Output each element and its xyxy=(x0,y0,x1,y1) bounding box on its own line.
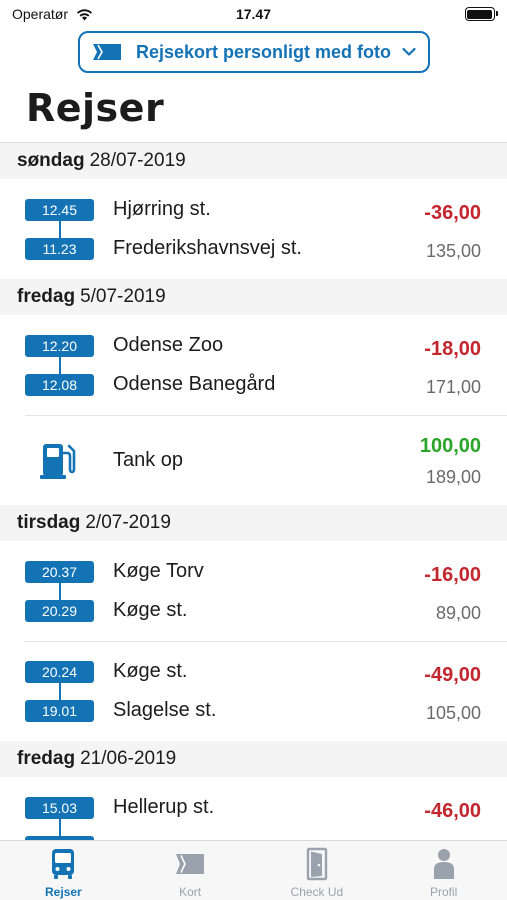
trip-balance: 89,00 xyxy=(435,603,481,623)
trip-row[interactable]: 12.45 11.23 Hjørring st. Frederikshavnsv… xyxy=(0,179,507,279)
tab-kort[interactable]: Kort xyxy=(127,841,254,900)
tab-label: Rejser xyxy=(45,885,82,899)
origin-station: Køge st. xyxy=(113,599,188,621)
trip-balance: 135,00 xyxy=(425,241,481,261)
trip-balance: 105,00 xyxy=(425,703,481,723)
tab-label: Check Ud xyxy=(290,885,344,899)
trip-amount: -46,00 xyxy=(424,800,481,822)
origin-station: Frederikshavnsvej st. xyxy=(113,237,302,259)
person-icon xyxy=(433,849,454,879)
destination-station: Køge Torv xyxy=(113,560,204,582)
trip-connector xyxy=(59,583,61,600)
trip-amount: -16,00 xyxy=(424,564,481,586)
destination-station: Hellerup st. xyxy=(113,796,215,818)
page-title: Rejser xyxy=(26,86,165,130)
status-right xyxy=(345,7,498,21)
checkout-time-badge: 15.03 xyxy=(25,797,94,819)
travel-card-icon xyxy=(93,44,121,60)
destination-station: Køge st. xyxy=(113,660,188,682)
day-date: 2/07-2019 xyxy=(85,512,171,533)
trip-connector xyxy=(59,819,61,836)
checkin-time-badge: 19.01 xyxy=(25,700,94,722)
trip-amount: -49,00 xyxy=(424,664,481,686)
battery-icon xyxy=(464,7,498,21)
refuel-label: Tank op xyxy=(113,449,184,471)
trip-connector xyxy=(59,221,61,238)
day-date: 28/07-2019 xyxy=(89,150,186,171)
day-weekday: fredag xyxy=(17,748,76,769)
day-header: fredag 5/07-2019 xyxy=(0,279,507,315)
trip-row[interactable]: 12.20 12.08 Odense Zoo Odense Banegård -… xyxy=(0,315,507,415)
day-date: 5/07-2019 xyxy=(80,286,166,307)
trip-list[interactable]: søndag 28/07-2019 12.45 11.23 Hjørring s… xyxy=(0,142,507,840)
trip-amount: -18,00 xyxy=(424,338,481,360)
trip-row[interactable]: 20.37 20.29 Køge Torv Køge st. -16,00 89… xyxy=(0,541,507,641)
fuel-pump-icon xyxy=(40,444,76,479)
day-header: fredag 21/06-2019 xyxy=(0,741,507,777)
checkout-time-badge: 12.45 xyxy=(25,199,94,221)
tab-bar: Rejser Kort Check Ud Profil xyxy=(0,840,507,900)
card-icon xyxy=(176,854,205,874)
tab-label: Kort xyxy=(179,885,202,899)
day-weekday: tirsdag xyxy=(17,512,81,533)
tab-check-ud[interactable]: Check Ud xyxy=(254,841,381,900)
origin-station: Odense Banegård xyxy=(113,373,276,395)
destination-station: Odense Zoo xyxy=(113,334,224,356)
trip-connector xyxy=(59,357,61,374)
day-header: tirsdag 2/07-2019 xyxy=(0,505,507,541)
carrier-label: Operatør xyxy=(12,6,69,22)
card-selector-label: Rejsekort personligt med foto xyxy=(136,41,392,62)
checkout-time-badge: 12.20 xyxy=(25,335,94,357)
trip-balance: 171,00 xyxy=(425,377,481,397)
day-weekday: fredag xyxy=(17,286,76,307)
checkout-time-badge: 20.24 xyxy=(25,661,94,683)
refuel-balance: 189,00 xyxy=(425,467,481,487)
refuel-amount: 100,00 xyxy=(419,435,481,457)
status-bar: Operatør 17.47 xyxy=(0,0,507,28)
status-left: Operatør xyxy=(12,6,162,22)
trip-connector xyxy=(59,683,61,700)
checkin-time-badge: 11.23 xyxy=(25,238,94,260)
checkin-time-badge: 12.08 xyxy=(25,374,94,396)
destination-station: Hjørring st. xyxy=(113,198,211,220)
day-date: 21/06-2019 xyxy=(80,748,177,769)
day-header: søndag 28/07-2019 xyxy=(0,143,507,179)
tab-label: Profil xyxy=(429,885,458,899)
chevron-down-icon xyxy=(402,47,416,56)
day-weekday: søndag xyxy=(17,150,85,171)
refuel-row[interactable]: Tank op 100,00 189,00 xyxy=(0,415,507,505)
bus-icon xyxy=(52,849,75,879)
checkin-time-badge: 20.29 xyxy=(25,600,94,622)
tab-profil[interactable]: Profil xyxy=(380,841,507,900)
card-selector-button[interactable]: Rejsekort personligt med foto xyxy=(78,31,430,73)
battery-level xyxy=(467,9,493,19)
trip-row[interactable]: 15.03 Hellerup st. -46,00 xyxy=(0,777,507,840)
trip-row[interactable]: 20.24 19.01 Køge st. Slagelse st. -49,00… xyxy=(0,641,507,741)
trip-amount: -36,00 xyxy=(424,202,481,224)
wifi-icon xyxy=(77,8,93,20)
tab-rejser[interactable]: Rejser xyxy=(0,841,127,900)
origin-station: Slagelse st. xyxy=(113,699,217,721)
door-icon xyxy=(306,847,328,881)
status-time: 17.47 xyxy=(235,6,272,22)
checkout-time-badge: 20.37 xyxy=(25,561,94,583)
